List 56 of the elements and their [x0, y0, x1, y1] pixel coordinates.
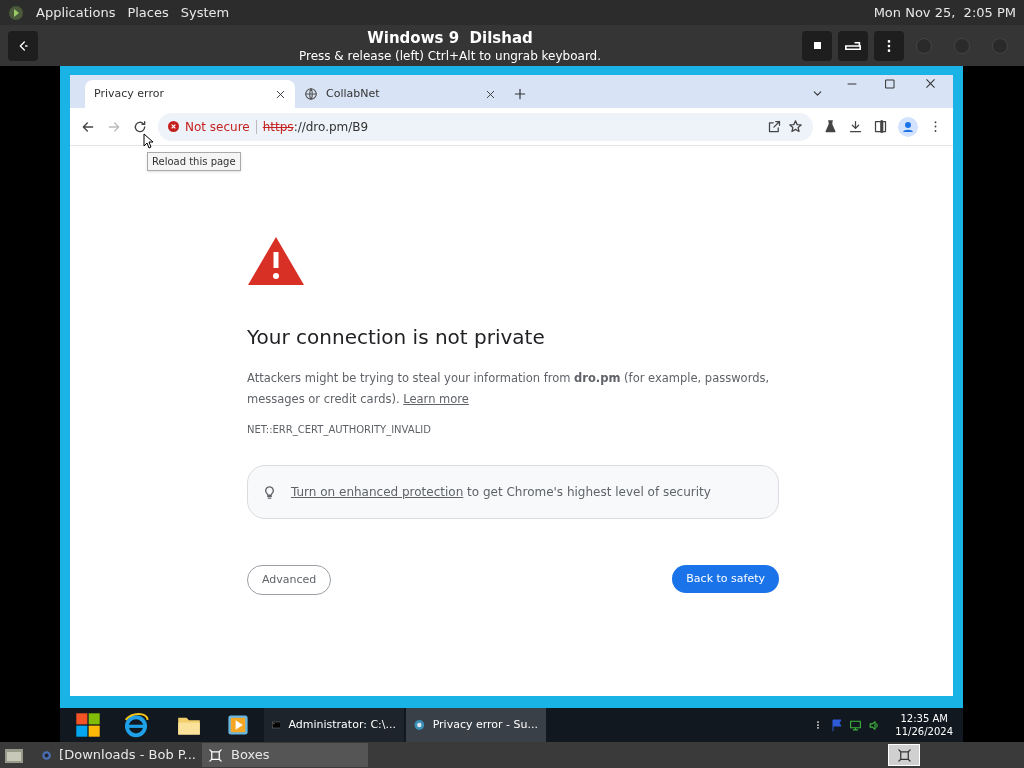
taskbar-window[interactable]: Privacy error - Su...: [406, 708, 546, 742]
protection-message: Turn on enhanced protection to get Chrome's highest level of security: [291, 484, 711, 501]
stop-button[interactable]: [802, 30, 832, 61]
show-desktop-icon[interactable]: [4, 746, 24, 764]
window-subtitle: Press & release (left) Ctrl+Alt to ungrab keyboard.: [298, 47, 602, 64]
clock: Mon Nov 25, 2:05 PM: [873, 3, 1016, 22]
url-text: https://dro.pm/B9: [262, 118, 369, 136]
reload-icon: [132, 118, 148, 135]
maximize-icon: [884, 78, 896, 90]
start-button[interactable]: [74, 712, 102, 738]
browser-tab[interactable]: Privacy error: [85, 80, 295, 108]
address-bar[interactable]: Not secure https://dro.pm/B9: [158, 112, 813, 141]
side-panel-icon: [873, 119, 888, 134]
enhanced-protection-link[interactable]: Turn on enhanced protection: [291, 485, 464, 499]
menu-item[interactable]: Places: [127, 2, 169, 23]
error-icon: [168, 121, 179, 132]
share-icon: [767, 119, 782, 134]
menu-item[interactable]: Applications: [36, 2, 116, 23]
taskbar-window[interactable]: Administrator: C:\...: [264, 708, 404, 742]
square-icon: [813, 42, 821, 49]
warning-icon: [247, 236, 305, 286]
learn-more-link[interactable]: Learn more: [403, 392, 469, 406]
boxes-icon: [208, 747, 223, 763]
internet-explorer-icon[interactable]: [122, 712, 150, 738]
media-player-icon[interactable]: [226, 713, 250, 737]
download-icon: [848, 119, 863, 134]
error-message: Attackers might be trying to steal your information from dro.pm (for example, passwords, messages or credit cards). Learn more: [247, 370, 771, 408]
taskbar-date: 11/26/2024: [895, 725, 953, 738]
keyboard-icon: [845, 41, 861, 50]
plus-icon: [513, 87, 527, 101]
browser-tab[interactable]: CollabNet: [295, 80, 505, 108]
close-icon: [924, 77, 937, 90]
lightbulb-icon: [262, 484, 277, 500]
close-icon: [485, 88, 496, 100]
error-heading: Your connection is not private: [247, 324, 546, 351]
profile-icon[interactable]: [898, 116, 918, 137]
boxes-icon: [896, 747, 912, 763]
globe-icon: [304, 87, 318, 101]
network-icon: [849, 718, 863, 732]
close-icon: [275, 88, 286, 100]
error-code: NET::ERR_CERT_AUTHORITY_INVALID: [247, 423, 432, 437]
tooltip: Reload this page: [147, 152, 241, 171]
flag-icon[interactable]: [831, 719, 844, 731]
menu-item[interactable]: System: [180, 2, 230, 23]
flask-icon: [823, 119, 838, 134]
taskbar-time: 12:35 AM: [900, 712, 948, 725]
security-status: Not secure: [185, 118, 250, 136]
back-to-safety-button[interactable]: Back to safety: [672, 565, 779, 593]
advanced-button[interactable]: Advanced: [247, 565, 332, 595]
panel-window-button[interactable]: Boxes: [202, 743, 368, 767]
foot-logo-icon: [8, 4, 24, 21]
keyboard-button[interactable]: [838, 30, 868, 61]
star-icon: [788, 119, 803, 134]
window-title: Windows 9 Dilshad: [367, 27, 533, 48]
boxes-tray-button[interactable]: [888, 744, 920, 766]
back-button[interactable]: [8, 30, 38, 61]
